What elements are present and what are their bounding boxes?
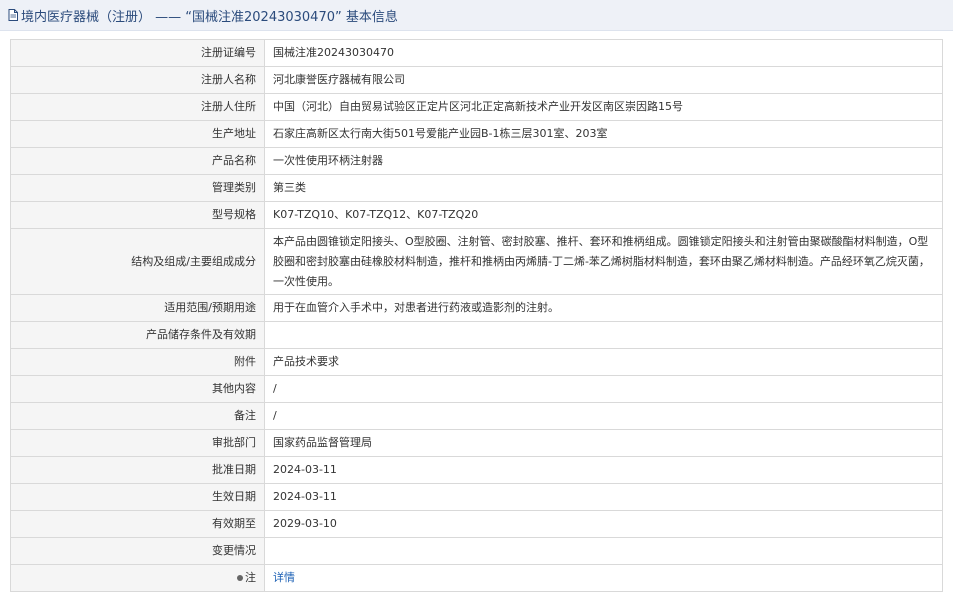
row-label: 注册人名称 [10,66,265,94]
row-value: 用于在血管介入手术中，对患者进行药液或造影剂的注射。 [264,294,943,322]
table-row: 生效日期 2024-03-11 [10,483,943,511]
row-value: 产品技术要求 [264,348,943,376]
row-value: 中国（河北）自由贸易试验区正定片区河北正定高新技术产业开发区南区崇因路15号 [264,93,943,121]
row-label: 有效期至 [10,510,265,538]
table-row: 有效期至 2029-03-10 [10,510,943,538]
row-value: 河北康誉医疗器械有限公司 [264,66,943,94]
page-header: 境内医疗器械（注册） —— “国械注准20243030470” 基本信息 [0,0,953,31]
row-label: 附件 [10,348,265,376]
table-row: 批准日期 2024-03-11 [10,456,943,484]
details-link[interactable]: 详情 [273,571,295,584]
row-value: 国械注准20243030470 [264,39,943,67]
row-label: 生效日期 [10,483,265,511]
table-row: 注册证编号 国械注准20243030470 [10,39,943,67]
row-value: / [264,402,943,430]
row-value: / [264,375,943,403]
row-label: 变更情况 [10,537,265,565]
table-row: 注册人名称 河北康誉医疗器械有限公司 [10,66,943,94]
row-label: 型号规格 [10,201,265,229]
row-label: 产品储存条件及有效期 [10,321,265,349]
info-table: 注册证编号 国械注准20243030470 注册人名称 河北康誉医疗器械有限公司… [10,39,943,592]
row-label: 适用范围/预期用途 [10,294,265,322]
row-value: 2024-03-11 [264,456,943,484]
row-value: 2029-03-10 [264,510,943,538]
row-label: 备注 [10,402,265,430]
table-row: 管理类别 第三类 [10,174,943,202]
row-label: 审批部门 [10,429,265,457]
row-label: 产品名称 [10,147,265,175]
row-label: 注册人住所 [10,93,265,121]
row-label: 其他内容 [10,375,265,403]
table-row: 结构及组成/主要组成成分 本产品由圆锥锁定阳接头、O型胶圈、注射管、密封胶塞、推… [10,228,943,295]
row-label: 管理类别 [10,174,265,202]
table-row: 产品名称 一次性使用环柄注射器 [10,147,943,175]
document-icon [8,9,18,21]
row-value: 一次性使用环柄注射器 [264,147,943,175]
row-label: 批准日期 [10,456,265,484]
info-table-container: 注册证编号 国械注准20243030470 注册人名称 河北康誉医疗器械有限公司… [10,39,943,592]
row-label: 结构及组成/主要组成成分 [10,228,265,295]
row-label: 注册证编号 [10,39,265,67]
row-value [264,537,943,565]
row-value: 石家庄高新区太行南大街501号爱能产业园B-1栋三层301室、203室 [264,120,943,148]
row-value: 国家药品监督管理局 [264,429,943,457]
table-row: 注 详情 [10,564,943,592]
row-value: 本产品由圆锥锁定阳接头、O型胶圈、注射管、密封胶塞、推杆、套环和推柄组成。圆锥锁… [264,228,943,295]
table-row: 生产地址 石家庄高新区太行南大街501号爱能产业园B-1栋三层301室、203室 [10,120,943,148]
table-row: 审批部门 国家药品监督管理局 [10,429,943,457]
row-value: K07-TZQ10、K07-TZQ12、K07-TZQ20 [264,201,943,229]
row-label: 生产地址 [10,120,265,148]
row-value: 2024-03-11 [264,483,943,511]
row-label: 注 [245,571,256,584]
table-row: 适用范围/预期用途 用于在血管介入手术中，对患者进行药液或造影剂的注射。 [10,294,943,322]
table-row: 变更情况 [10,537,943,565]
table-row: 附件 产品技术要求 [10,348,943,376]
note-bullet-icon [237,575,243,581]
table-row: 注册人住所 中国（河北）自由贸易试验区正定片区河北正定高新技术产业开发区南区崇因… [10,93,943,121]
note-value-cell: 详情 [264,564,943,592]
table-row: 备注 / [10,402,943,430]
note-label-cell: 注 [10,564,265,592]
page-title: 境内医疗器械（注册） —— “国械注准20243030470” 基本信息 [21,9,398,25]
table-row: 其他内容 / [10,375,943,403]
row-value: 第三类 [264,174,943,202]
table-row: 型号规格 K07-TZQ10、K07-TZQ12、K07-TZQ20 [10,201,943,229]
row-value [264,321,943,349]
table-row: 产品储存条件及有效期 [10,321,943,349]
